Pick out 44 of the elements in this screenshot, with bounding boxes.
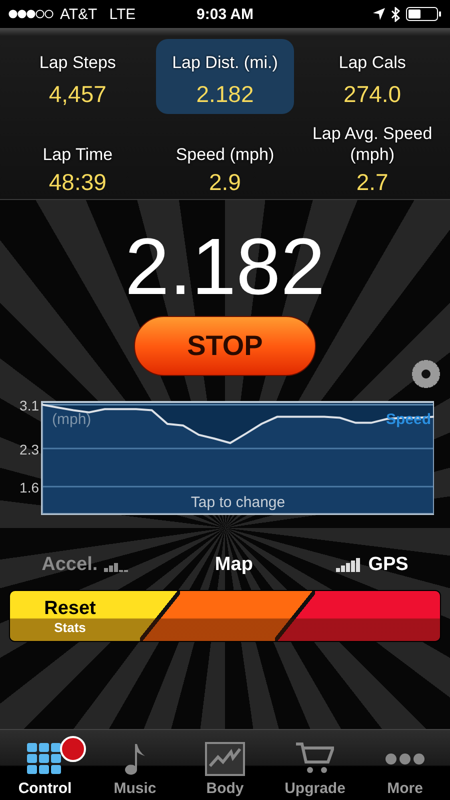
network-type: LTE <box>109 6 136 22</box>
stat-tile[interactable]: Speed (mph) 2.9 <box>156 128 294 202</box>
chart-icon <box>205 742 245 776</box>
stat-tile[interactable]: Lap Dist. (mi.) 2.182 <box>156 39 294 114</box>
stat-value: 2.7 <box>356 169 388 196</box>
location-arrow-icon <box>373 8 385 20</box>
tab-button[interactable]: Upgrade <box>270 730 360 800</box>
sensor-toggle[interactable]: Map <box>214 554 253 576</box>
distance-readout: 2.182 <box>124 226 326 308</box>
grid-icon <box>27 742 63 776</box>
axis-tick-label: 1.6 <box>20 480 39 496</box>
signal-bars-icon <box>336 558 362 572</box>
stop-button[interactable]: STOP <box>134 316 316 376</box>
stat-label: Lap Cals <box>338 52 406 73</box>
stat-label: Lap Dist. (mi.) <box>172 52 278 73</box>
stat-label: Lap Steps <box>39 52 116 73</box>
stat-label: Speed (mph) <box>176 144 274 165</box>
stat-tile[interactable]: Lap Time 48:39 <box>9 128 146 202</box>
reset-stats-button[interactable]: Reset Stats <box>10 591 180 641</box>
clock-time: 9:03 AM <box>196 6 254 22</box>
tab-button[interactable]: Music <box>90 730 180 800</box>
battery-icon <box>406 7 442 21</box>
settings-icon[interactable] <box>412 360 440 388</box>
chart-hint: Tap to change <box>190 494 286 511</box>
carrier-name: AT&T <box>60 6 98 22</box>
stat-value: 2.182 <box>196 81 254 108</box>
tab-button[interactable]: More <box>360 730 450 800</box>
music-note-icon <box>123 742 147 776</box>
tab-button[interactable]: Body <box>180 730 270 800</box>
stat-value: 48:39 <box>48 169 106 196</box>
stat-label: Lap Time <box>42 144 113 165</box>
axis-tick-label: 3.1 <box>20 400 39 414</box>
axis-tick-label: 2.3 <box>20 441 39 458</box>
cart-icon <box>296 742 334 776</box>
bluetooth-icon <box>391 6 400 22</box>
unit-label: (mph) <box>52 411 92 428</box>
stat-tile[interactable]: Lap Cals 274.0 <box>304 39 441 114</box>
stat-value: 2.9 <box>209 169 241 196</box>
stat-value: 4,457 <box>48 81 106 108</box>
tab-button[interactable]: Control <box>0 730 90 800</box>
stat-tile[interactable]: Lap Steps 4,457 <box>9 39 146 114</box>
stat-value: 274.0 <box>344 81 402 108</box>
signal-strength-icon <box>8 9 54 19</box>
sensor-toggle[interactable]: GPS <box>336 554 408 576</box>
